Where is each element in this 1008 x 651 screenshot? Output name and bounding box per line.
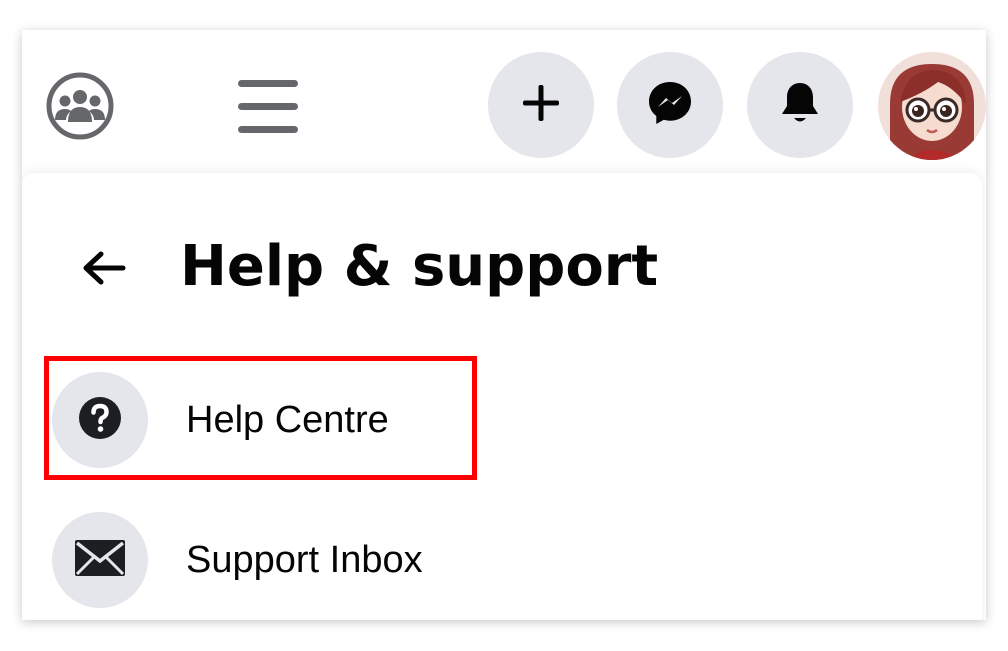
profile-avatar[interactable] — [878, 52, 986, 160]
panel-title: Help & support — [180, 234, 659, 299]
back-button[interactable] — [72, 243, 136, 297]
support-inbox-icon-circle — [52, 512, 148, 608]
support-inbox-item[interactable]: Support Inbox — [52, 509, 952, 611]
help-centre-icon-circle — [52, 372, 148, 468]
groups-icon[interactable] — [44, 70, 116, 142]
notifications-button[interactable] — [747, 52, 853, 158]
question-mark-icon — [78, 396, 122, 444]
help-support-panel: Help & support Help Centre Support Inbox — [22, 173, 982, 620]
help-centre-label: Help Centre — [186, 398, 389, 441]
plus-icon — [521, 83, 561, 127]
messenger-button[interactable] — [617, 52, 723, 158]
back-arrow-icon — [79, 248, 129, 292]
create-button[interactable] — [488, 52, 594, 158]
support-inbox-label: Support Inbox — [186, 538, 423, 581]
bell-icon — [777, 79, 823, 131]
hamburger-menu-icon[interactable] — [236, 76, 302, 138]
app-window: Help & support Help Centre Support Inbox — [22, 30, 986, 620]
top-navigation-bar — [22, 30, 986, 180]
envelope-icon — [74, 539, 126, 581]
messenger-icon — [645, 78, 695, 132]
help-centre-item[interactable]: Help Centre — [52, 369, 952, 471]
